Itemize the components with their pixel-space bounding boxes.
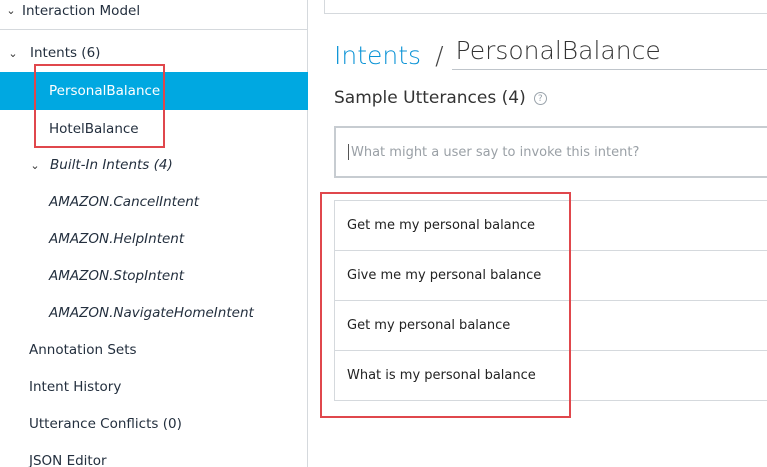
intent-name-field[interactable]: PersonalBalance bbox=[451, 36, 767, 70]
sidebar-item-label: JSON Editor bbox=[29, 453, 107, 467]
sidebar-item-stopintent[interactable]: AMAZON.StopIntent bbox=[0, 257, 308, 295]
sidebar-item-label: Interaction Model bbox=[22, 2, 141, 19]
sidebar-item-intents[interactable]: ⌄ Intents (6) bbox=[0, 34, 308, 72]
sidebar-item-label: Intent History bbox=[29, 379, 122, 395]
utterance-text: Get me my personal balance bbox=[347, 218, 536, 233]
top-strip bbox=[324, 0, 767, 14]
sidebar: ⌄ Interaction Model ⌄ Intents (6) Person… bbox=[0, 0, 308, 467]
sidebar-item-label: AMAZON.StopIntent bbox=[49, 268, 185, 284]
utterance-input[interactable]: What might a user say to invoke this int… bbox=[334, 126, 767, 178]
text-cursor bbox=[348, 144, 349, 160]
utterance-row[interactable]: Get my personal balance bbox=[335, 301, 767, 351]
sidebar-item-personalbalance[interactable]: PersonalBalance bbox=[0, 72, 308, 110]
chevron-down-icon: ⌄ bbox=[6, 4, 16, 17]
utterance-list: Get me my personal balance Give me my pe… bbox=[334, 200, 767, 401]
utterance-text: Get my personal balance bbox=[347, 318, 511, 333]
sidebar-item-navigatehomeintent[interactable]: AMAZON.NavigateHomeIntent bbox=[0, 294, 308, 332]
page-title: Intents / PersonalBalance bbox=[334, 30, 767, 70]
sidebar-item-hotelbalance[interactable]: HotelBalance bbox=[0, 110, 308, 148]
section-title: Sample Utterances (4) ? bbox=[334, 88, 547, 108]
sidebar-item-label: PersonalBalance bbox=[49, 83, 161, 99]
sidebar-item-json-editor[interactable]: JSON Editor bbox=[0, 442, 308, 467]
sample-utterances-heading: Sample Utterances (4) bbox=[334, 88, 526, 108]
sidebar-item-label: HotelBalance bbox=[49, 121, 139, 137]
sidebar-item-label: AMAZON.HelpIntent bbox=[49, 231, 185, 247]
sidebar-item-utterance-conflicts[interactable]: Utterance Conflicts (0) bbox=[0, 405, 308, 443]
chevron-down-icon: ⌄ bbox=[30, 158, 40, 172]
help-icon[interactable]: ? bbox=[533, 91, 547, 105]
sidebar-item-cancelintent[interactable]: AMAZON.CancelIntent bbox=[0, 183, 308, 221]
utterance-text: What is my personal balance bbox=[347, 368, 536, 383]
main-content: Intents / PersonalBalance Sample Utteran… bbox=[309, 0, 767, 467]
breadcrumb-intents-link[interactable]: Intents bbox=[334, 41, 421, 70]
breadcrumb-separator: / bbox=[435, 41, 444, 70]
sidebar-item-label: AMAZON.CancelIntent bbox=[49, 194, 200, 210]
sidebar-item-label: Intents (6) bbox=[30, 45, 101, 61]
chevron-down-icon: ⌄ bbox=[8, 46, 18, 60]
sidebar-item-intent-history[interactable]: Intent History bbox=[0, 368, 308, 406]
sidebar-item-label: AMAZON.NavigateHomeIntent bbox=[49, 305, 254, 321]
sidebar-item-label: Utterance Conflicts (0) bbox=[29, 416, 182, 432]
utterance-row[interactable]: What is my personal balance bbox=[335, 351, 767, 401]
sidebar-item-builtin-intents[interactable]: ⌄ Built-In Intents (4) bbox=[0, 146, 308, 184]
sidebar-item-interaction-model[interactable]: ⌄ Interaction Model bbox=[0, 0, 308, 30]
utterance-row[interactable]: Get me my personal balance bbox=[335, 201, 767, 251]
sidebar-item-annotation-sets[interactable]: Annotation Sets bbox=[0, 331, 308, 369]
utterance-input-placeholder: What might a user say to invoke this int… bbox=[351, 144, 640, 160]
sidebar-item-label: Built-In Intents (4) bbox=[50, 157, 173, 173]
utterance-row[interactable]: Give me my personal balance bbox=[335, 251, 767, 301]
sidebar-item-label: Annotation Sets bbox=[29, 342, 137, 358]
utterance-text: Give me my personal balance bbox=[347, 268, 542, 283]
sidebar-item-helpintent[interactable]: AMAZON.HelpIntent bbox=[0, 220, 308, 258]
